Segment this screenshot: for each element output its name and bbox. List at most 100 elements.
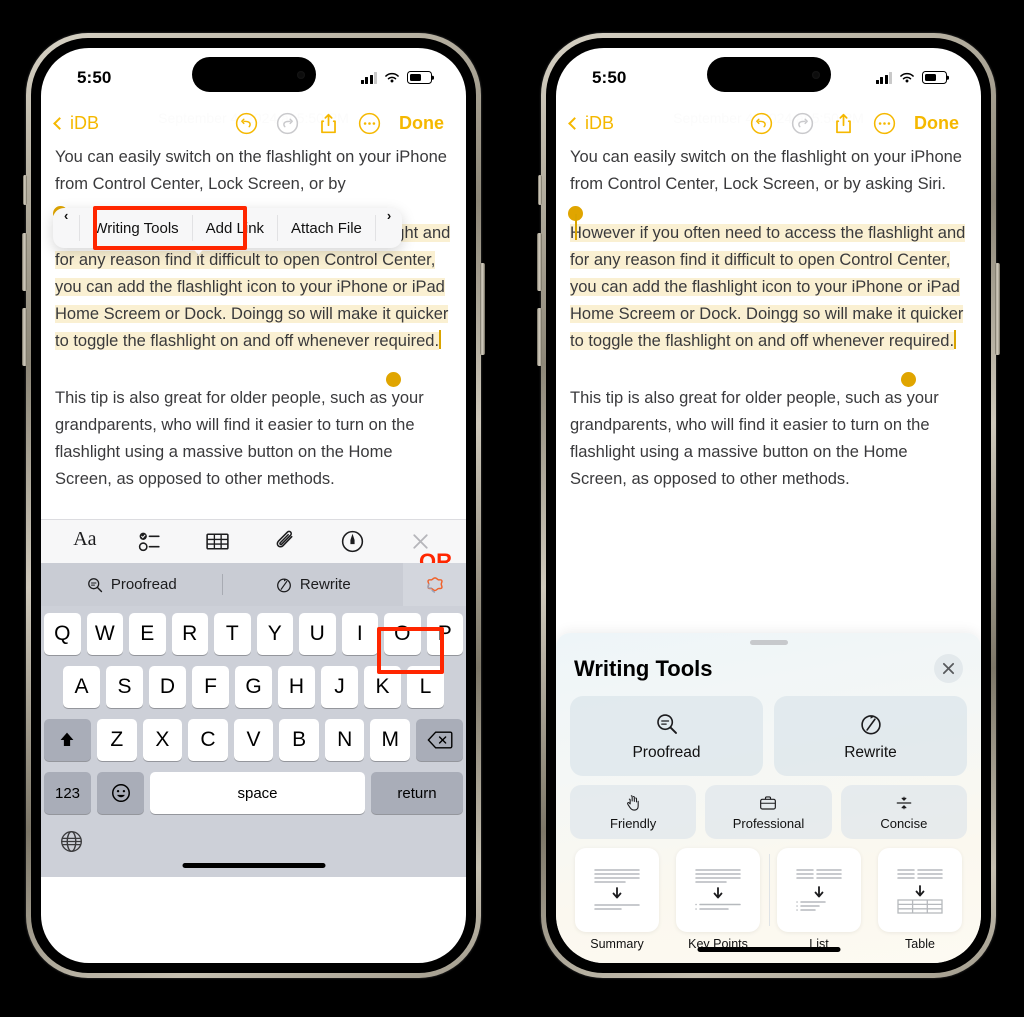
volume-up-button[interactable]	[22, 233, 27, 291]
key-A[interactable]: A	[63, 666, 100, 708]
key-E[interactable]: E	[129, 613, 166, 655]
done-button[interactable]: Done	[914, 113, 959, 134]
back-button[interactable]: iDB	[53, 113, 99, 134]
silent-switch[interactable]	[538, 175, 542, 205]
checklist-icon[interactable]	[137, 528, 164, 555]
redo-icon	[791, 112, 814, 135]
key-F[interactable]: F	[192, 666, 229, 708]
volume-down-button[interactable]	[537, 308, 542, 366]
undo-icon[interactable]	[235, 112, 258, 135]
key-O[interactable]: O	[384, 613, 421, 655]
volume-down-button[interactable]	[22, 308, 27, 366]
backspace-key[interactable]	[416, 719, 464, 761]
close-button[interactable]	[934, 654, 963, 683]
list-card[interactable]: List	[772, 848, 866, 951]
shift-key[interactable]	[43, 719, 91, 761]
key-C[interactable]: C	[188, 719, 228, 761]
friendly-card[interactable]: Friendly	[570, 785, 697, 839]
key-Z[interactable]: Z	[96, 719, 137, 761]
markup-pen-icon[interactable]	[339, 528, 366, 555]
key-V[interactable]: V	[233, 719, 274, 761]
globe-icon	[61, 831, 82, 852]
format-toolbar[interactable]: Aa	[41, 519, 466, 563]
proofread-magnifier-icon	[656, 713, 677, 734]
note-body-left[interactable]: You can easily switch on the flashlight …	[41, 144, 466, 493]
key-P[interactable]: P	[426, 613, 463, 655]
key-K[interactable]: K	[364, 666, 401, 708]
share-icon[interactable]	[317, 112, 340, 135]
keyboard-row-1: Q W E R T Y U I O P	[44, 613, 463, 655]
power-button[interactable]	[480, 263, 485, 355]
writing-tools-suggestion-bar[interactable]: Proofread Rewrite	[41, 563, 466, 606]
context-menu-item-attach-file[interactable]: Attach File	[278, 208, 375, 248]
text-format-icon[interactable]: Aa	[73, 528, 96, 555]
emoji-icon	[111, 784, 130, 802]
key-M[interactable]: M	[370, 719, 411, 761]
more-icon[interactable]	[873, 112, 896, 135]
dynamic-island	[706, 57, 831, 92]
more-icon[interactable]	[358, 112, 381, 135]
context-menu-prev-button[interactable]: ‹	[53, 208, 79, 248]
key-X[interactable]: X	[142, 719, 183, 761]
summary-card[interactable]: Summary	[570, 848, 664, 951]
key-N[interactable]: N	[324, 719, 365, 761]
wifi-icon	[385, 72, 399, 82]
context-menu-next-button[interactable]: ›	[376, 208, 402, 248]
context-menu-item-writing-tools[interactable]: Writing Tools	[80, 208, 191, 248]
power-button[interactable]	[995, 263, 1000, 355]
status-bar-left: 5:50	[41, 48, 466, 102]
key-D[interactable]: D	[149, 666, 186, 708]
rewrite-button[interactable]: Rewrite	[223, 576, 404, 594]
key-H[interactable]: H	[278, 666, 315, 708]
key-U[interactable]: U	[299, 613, 336, 655]
done-button[interactable]: Done	[399, 113, 444, 134]
numbers-key[interactable]: 123	[44, 772, 91, 814]
sheet-grabber[interactable]	[749, 640, 788, 645]
concise-card[interactable]: Concise	[840, 785, 967, 839]
note-paragraph-3: This tip is also great for older people,…	[55, 389, 424, 488]
context-menu[interactable]: ‹ Writing Tools Add Link Attach File ›	[53, 208, 403, 255]
table-icon[interactable]	[204, 528, 231, 555]
table-card[interactable]: Table	[873, 848, 967, 951]
key-W[interactable]: W	[86, 613, 123, 655]
back-button[interactable]: iDB	[568, 113, 614, 134]
undo-icon[interactable]	[750, 112, 773, 135]
key-Q[interactable]: Q	[44, 613, 81, 655]
key-R[interactable]: R	[171, 613, 208, 655]
nav-bar-right: iDB Done	[556, 102, 981, 144]
keyboard-row-4: 123 space return	[44, 772, 463, 814]
space-key[interactable]: space	[150, 772, 365, 814]
emoji-key[interactable]	[97, 772, 144, 814]
rewrite-label: Rewrite	[299, 576, 351, 593]
key-J[interactable]: J	[321, 666, 358, 708]
software-keyboard[interactable]: Q W E R T Y U I O P A S D F G H J K L Z …	[41, 606, 466, 877]
proofread-button[interactable]: Proofread	[41, 576, 222, 594]
key-L[interactable]: L	[407, 666, 444, 708]
key-I[interactable]: I	[341, 613, 378, 655]
note-body-right[interactable]: You can easily switch on the flashlight …	[556, 144, 981, 493]
key-points-card[interactable]: Key Points	[671, 848, 765, 951]
volume-up-button[interactable]	[537, 233, 542, 291]
key-G[interactable]: G	[235, 666, 272, 708]
proofread-card[interactable]: Proofread	[570, 696, 763, 776]
key-Y[interactable]: Y	[256, 613, 293, 655]
close-icon	[942, 662, 955, 675]
share-icon[interactable]	[832, 112, 855, 135]
battery-icon	[407, 71, 432, 84]
selection-handle-end[interactable]	[386, 372, 401, 387]
key-B[interactable]: B	[279, 719, 319, 761]
apple-intelligence-icon	[426, 576, 443, 593]
attachment-icon[interactable]	[272, 528, 299, 555]
key-T[interactable]: T	[214, 613, 251, 655]
selection-handle-end[interactable]	[901, 372, 916, 387]
screen-left: 5:50 September 4, 2024 at 5:50 PM	[41, 48, 466, 963]
rewrite-card[interactable]: Rewrite	[774, 696, 967, 776]
return-key[interactable]: return	[371, 772, 463, 814]
professional-card[interactable]: Professional	[705, 785, 832, 839]
professional-card-label: Professional	[732, 816, 805, 831]
globe-key[interactable]	[59, 829, 84, 854]
key-S[interactable]: S	[106, 666, 143, 708]
context-menu-item-add-link[interactable]: Add Link	[193, 208, 277, 248]
writing-tools-button[interactable]	[403, 563, 466, 606]
silent-switch[interactable]	[23, 175, 27, 205]
